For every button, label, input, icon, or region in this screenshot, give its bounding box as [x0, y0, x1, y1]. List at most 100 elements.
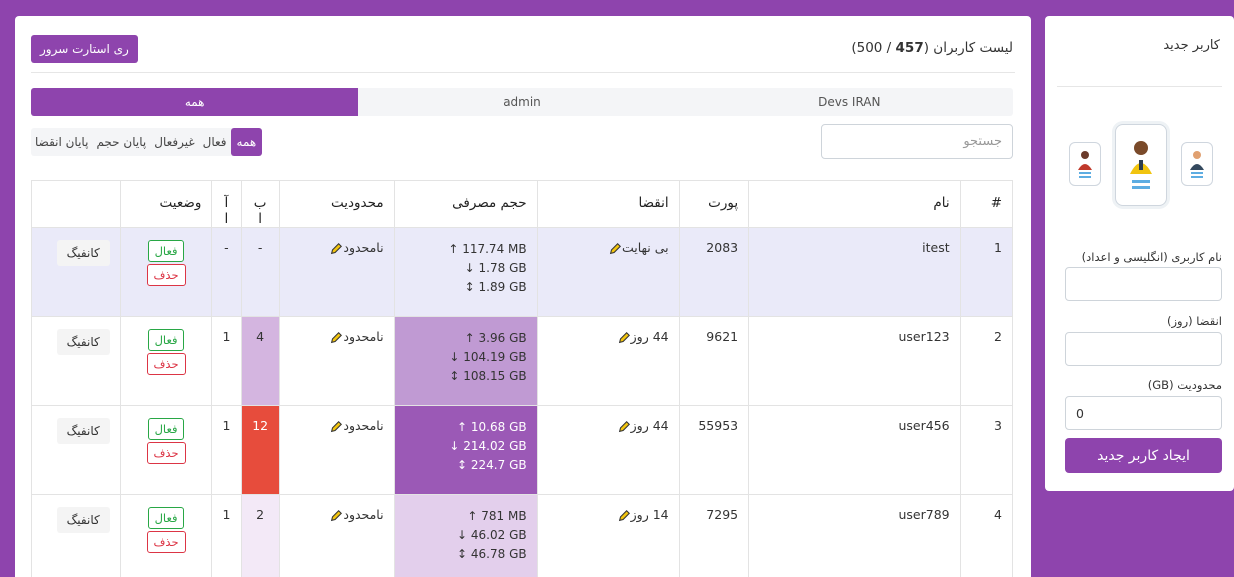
traffic-total: ↕ 224.7 GB — [457, 458, 527, 472]
config-button[interactable]: کانفیگ — [56, 418, 110, 444]
active-button[interactable]: فعال — [147, 240, 185, 262]
table-header: # نام پورت انقضا حجم مصرفی محدودیت ب ا آ… — [31, 180, 1014, 228]
edit-pencil-icon[interactable] — [617, 331, 631, 345]
expiry-input[interactable] — [1065, 332, 1222, 366]
edit-pencil-icon[interactable] — [329, 331, 343, 345]
search-input[interactable]: جستجو — [821, 124, 1013, 159]
row-traffic: ↑ 10.68 GB ↓ 214.02 GB ↕ 224.7 GB — [393, 405, 538, 495]
user-red-icon — [1069, 142, 1101, 186]
title-prefix: لیست کاربران ( — [923, 40, 1013, 56]
row-config: کانفیگ — [31, 316, 121, 406]
row-expiry: بی نهایت — [536, 227, 680, 317]
row-number: 4 — [959, 494, 1014, 577]
config-button[interactable]: کانفیگ — [56, 507, 110, 533]
config-button[interactable]: کانفیگ — [56, 329, 110, 355]
filter-active[interactable]: فعال — [199, 128, 231, 156]
title-suffix: / 500) — [851, 40, 896, 56]
edit-pencil-icon[interactable] — [329, 420, 343, 434]
row-traffic: ↑ 117.74 MB ↓ 1.78 GB ↕ 1.89 GB — [393, 227, 538, 317]
row-limit: نامحدود — [278, 405, 395, 495]
user-count: 457 — [895, 40, 924, 56]
tab-devs-iran[interactable]: Devs IRAN — [686, 88, 1013, 116]
col-traffic: حجم مصرفی — [393, 180, 538, 228]
row-a: 1 — [211, 494, 242, 577]
limit-value: نامحدود — [343, 507, 384, 522]
divider — [31, 72, 1015, 73]
traffic-down: ↓ 104.19 GB — [449, 350, 527, 364]
username-input[interactable] — [1065, 267, 1222, 301]
row-name: itest — [748, 227, 961, 317]
filter-expired[interactable]: پایان انقضا — [31, 128, 92, 156]
row-limit: نامحدود — [278, 494, 395, 577]
traffic-down: ↓ 46.02 GB — [457, 528, 527, 542]
restart-server-button[interactable]: ری استارت سرور — [31, 35, 138, 63]
row-expiry: 44 روز — [536, 405, 680, 495]
active-button[interactable]: فعال — [147, 507, 185, 529]
active-button[interactable]: فعال — [147, 329, 185, 351]
limit-value: نامحدود — [343, 418, 384, 433]
col-name: نام — [748, 180, 961, 228]
edit-pencil-icon[interactable] — [329, 242, 343, 256]
table-row: 3 user456 55953 44 روز ↑ 10.68 GB ↓ 214.… — [31, 405, 1014, 495]
new-user-title: کاربر جدید — [1163, 38, 1220, 53]
edit-pencil-icon[interactable] — [329, 509, 343, 523]
limit-value: نامحدود — [343, 240, 384, 255]
row-status: فعال حذف — [119, 494, 213, 577]
tab-all[interactable]: همه — [31, 88, 359, 116]
filter-all[interactable]: همه — [230, 128, 263, 156]
row-expiry: 44 روز — [536, 316, 680, 406]
tab-admin[interactable]: admin — [358, 88, 685, 116]
row-config: کانفیگ — [31, 405, 121, 495]
row-name: user789 — [748, 494, 961, 577]
create-user-button[interactable]: ایجاد کاربر جدید — [1065, 438, 1222, 473]
edit-pencil-icon[interactable] — [608, 242, 622, 256]
active-button[interactable]: فعال — [147, 418, 185, 440]
row-number: 3 — [959, 405, 1014, 495]
delete-button[interactable]: حذف — [146, 264, 186, 286]
row-port: 55953 — [678, 405, 750, 495]
limit-input[interactable]: 0 — [1065, 396, 1222, 430]
traffic-up: ↑ 3.96 GB — [464, 331, 527, 345]
new-user-panel: کاربر جدید نام کاربری (انگلیسی و اعداد) … — [1045, 16, 1234, 491]
traffic-up: ↑ 781 MB — [467, 509, 527, 523]
delete-button[interactable]: حذف — [146, 353, 186, 375]
row-a: 1 — [211, 316, 242, 406]
traffic-total: ↕ 46.78 GB — [457, 547, 527, 561]
traffic-up: ↑ 117.74 MB — [448, 242, 527, 256]
users-table: # نام پورت انقضا حجم مصرفی محدودیت ب ا آ… — [31, 180, 1014, 577]
row-name: user456 — [748, 405, 961, 495]
row-limit: نامحدود — [278, 316, 395, 406]
row-b: 12 — [240, 405, 280, 495]
row-name: user123 — [748, 316, 961, 406]
traffic-total: ↕ 108.15 GB — [449, 369, 527, 383]
delete-button[interactable]: حذف — [146, 531, 186, 553]
filter-traffic-ended[interactable]: پایان حجم — [92, 128, 150, 156]
delete-button[interactable]: حذف — [146, 442, 186, 464]
limit-value: نامحدود — [343, 329, 384, 344]
traffic-down: ↓ 1.78 GB — [464, 261, 527, 275]
row-port: 9621 — [678, 316, 750, 406]
row-status: فعال حذف — [119, 316, 213, 406]
config-button[interactable]: کانفیگ — [56, 240, 110, 266]
row-status: فعال حذف — [119, 227, 213, 317]
row-number: 2 — [959, 316, 1014, 406]
row-traffic: ↑ 781 MB ↓ 46.02 GB ↕ 46.78 GB — [393, 494, 538, 577]
traffic-down: ↓ 214.02 GB — [449, 439, 527, 453]
divider — [1057, 86, 1222, 87]
limit-label: محدودیت (GB) — [1147, 378, 1222, 392]
expiry-value: 44 روز — [630, 418, 669, 433]
row-a: - — [211, 227, 242, 317]
col-status: وضعیت — [119, 180, 213, 228]
table-row: 4 user789 7295 14 روز ↑ 781 MB ↓ 46.02 G… — [31, 494, 1014, 577]
row-port: 7295 — [678, 494, 750, 577]
username-label: نام کاربری (انگلیسی و اعداد) — [1081, 250, 1222, 264]
users-list-panel: لیست کاربران (457 / 500) ری استارت سرور … — [15, 16, 1031, 577]
edit-pencil-icon[interactable] — [617, 420, 631, 434]
row-b: - — [240, 227, 280, 317]
filter-inactive[interactable]: غیرفعال — [150, 128, 198, 156]
edit-pencil-icon[interactable] — [617, 509, 631, 523]
expiry-value: 14 روز — [630, 507, 669, 522]
expiry-value: بی نهایت — [621, 240, 669, 255]
col-config — [31, 180, 121, 228]
row-config: کانفیگ — [31, 227, 121, 317]
